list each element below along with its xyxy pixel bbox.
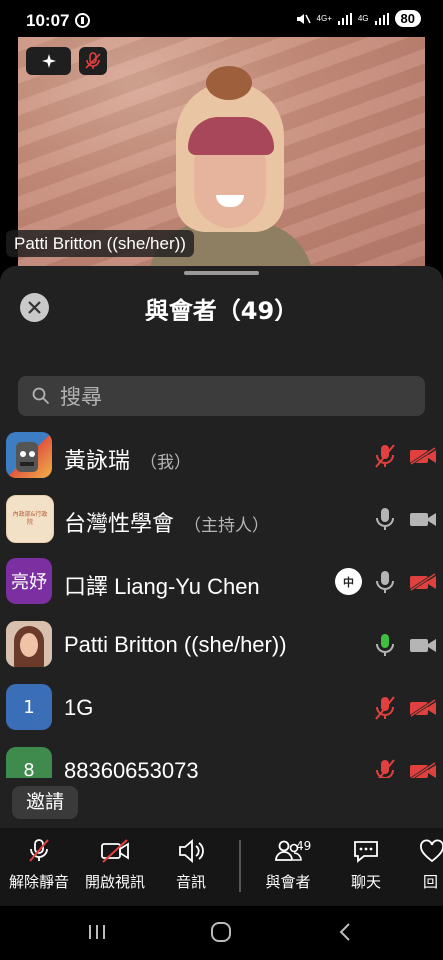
meeting-toolbar: 解除靜音 開啟視訊 音訊 49 與會者 聊天 回 [0, 828, 443, 906]
unmute-button[interactable]: 解除靜音 [2, 838, 76, 892]
avatar-text: 亮妤 [11, 572, 47, 593]
close-button[interactable] [20, 293, 49, 322]
participant-row[interactable]: 1 1G [0, 676, 443, 739]
participant-row[interactable]: 亮妤 口譯 Liang-Yu Chen 中 [0, 550, 443, 613]
participant-name: 1G [64, 695, 94, 720]
effects-button[interactable] [26, 47, 71, 75]
drag-handle[interactable] [184, 271, 259, 275]
speaker-icon [179, 839, 204, 863]
chat-icon [354, 841, 378, 863]
avatar: 1 [6, 684, 52, 730]
network-type-2: 4G [357, 14, 369, 23]
recording-status-icon [75, 13, 90, 28]
mic-active-icon[interactable] [374, 632, 396, 658]
close-icon [28, 301, 41, 314]
avatar [6, 621, 52, 667]
participant-row[interactable]: Patti Britton ((she/her)) [0, 613, 443, 676]
avatar-text: 內政部&行政院 [12, 511, 48, 526]
mic-icon[interactable] [374, 506, 396, 532]
search-placeholder: 搜尋 [60, 385, 102, 409]
avatar: 亮妤 [6, 558, 52, 604]
participant-row[interactable]: 內政部&行政院 台灣性學會 （主持人） [0, 487, 443, 550]
mic-muted-icon[interactable] [374, 695, 396, 721]
participant-name: 88360653073 [64, 758, 199, 778]
signal-icon [337, 12, 352, 25]
more-button[interactable]: 回 [418, 838, 443, 892]
chat-label: 聊天 [350, 873, 381, 891]
search-icon [32, 387, 50, 405]
mic-muted-icon [85, 52, 101, 69]
sparkle-icon [41, 54, 56, 68]
mic-muted-icon[interactable] [374, 758, 396, 778]
start-video-button[interactable]: 開啟視訊 [78, 838, 152, 892]
home-icon[interactable] [210, 922, 232, 942]
participant-name: 口譯 Liang-Yu Chen [64, 574, 260, 599]
participant-name: 台灣性學會 （主持人） [64, 511, 270, 536]
mic-icon[interactable] [374, 569, 396, 595]
avatar-text: 1 [23, 696, 35, 718]
camera-off-icon [101, 839, 129, 863]
more-label: 回 [422, 873, 438, 891]
heart-icon [420, 839, 443, 863]
participant-name: Patti Britton ((she/her)) [64, 632, 287, 657]
camera-off-icon[interactable] [409, 573, 437, 591]
avatar-text: 8 [23, 759, 35, 779]
participants-count: 49 [296, 839, 312, 853]
panel-title: 與會者（49） [144, 297, 299, 321]
invite-button[interactable]: 邀請 [12, 786, 79, 819]
network-type-1: 4G+ [316, 14, 332, 23]
status-time: 10:07 [26, 11, 70, 30]
recent-apps-icon[interactable] [86, 922, 108, 942]
chat-button[interactable]: 聊天 [344, 838, 388, 892]
camera-off-icon[interactable] [409, 699, 437, 717]
camera-off-icon[interactable] [409, 447, 437, 465]
participant-name: 黃詠瑞 （我） [64, 448, 192, 473]
mic-muted-icon [29, 839, 49, 862]
unmute-label: 解除靜音 [8, 873, 69, 891]
camera-icon[interactable] [409, 510, 437, 528]
audio-button[interactable]: 音訊 [168, 838, 214, 892]
participant-row[interactable]: 8 88360653073 [0, 739, 443, 778]
camera-off-icon[interactable] [409, 762, 437, 778]
battery-indicator: 80 [394, 10, 421, 27]
back-icon[interactable] [336, 922, 356, 942]
participants-panel: 與會者（49） 搜尋 黃詠瑞 （我） 內政部&行政院 台灣性學會 （主持人） 亮… [0, 266, 443, 906]
participants-label: 與會者 [265, 873, 311, 891]
interpreter-language-badge: 中 [335, 568, 362, 595]
speaker-mic-button[interactable] [79, 47, 107, 75]
avatar [6, 432, 52, 478]
participants-button[interactable]: 49 與會者 [260, 838, 316, 892]
avatar: 8 [6, 747, 52, 778]
speaker-name-tag: Patti Britton ((she/her)) [6, 230, 194, 257]
status-right-icons: 4G+ 4G 80 [296, 10, 421, 27]
camera-icon[interactable] [409, 636, 437, 654]
status-bar: 10:07 4G+ 4G 80 [0, 0, 443, 40]
mic-muted-icon[interactable] [374, 443, 396, 469]
system-nav-bar [0, 906, 443, 960]
search-input[interactable]: 搜尋 [18, 376, 425, 416]
participant-row[interactable]: 黃詠瑞 （我） [0, 424, 443, 487]
start-video-label: 開啟視訊 [84, 873, 145, 891]
mute-volume-icon [296, 13, 311, 24]
avatar: 內政部&行政院 [6, 495, 54, 543]
audio-label: 音訊 [175, 873, 206, 891]
signal-icon-2 [374, 12, 389, 25]
participant-list: 黃詠瑞 （我） 內政部&行政院 台灣性學會 （主持人） 亮妤 口譯 Liang-Yu… [0, 424, 443, 778]
toolbar-divider [239, 840, 241, 892]
